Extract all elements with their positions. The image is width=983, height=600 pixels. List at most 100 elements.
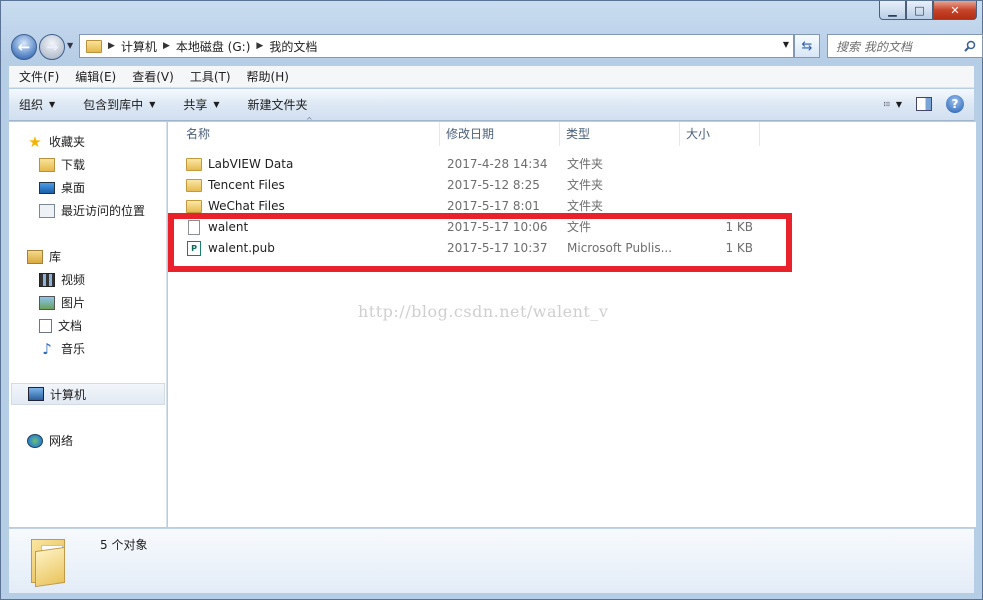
new-folder-button[interactable]: 新建文件夹 bbox=[248, 96, 308, 113]
document-icon bbox=[39, 318, 52, 333]
column-type[interactable]: 类型 bbox=[560, 122, 680, 146]
preview-pane-icon[interactable] bbox=[916, 97, 932, 111]
include-in-library-button[interactable]: 包含到库中 ▼ bbox=[83, 96, 155, 113]
arrow-right-icon: → bbox=[45, 38, 59, 56]
nav-libraries-label: 库 bbox=[49, 250, 62, 264]
nav-computer-label: 计算机 bbox=[50, 387, 87, 402]
share-button[interactable]: 共享 ▼ bbox=[183, 96, 219, 113]
file-date: 2017-4-28 14:34 bbox=[447, 157, 548, 171]
nav-videos[interactable]: 视频 bbox=[39, 271, 85, 288]
refresh-button[interactable]: ⇆ bbox=[794, 34, 820, 58]
file-date: 2017-5-12 8:25 bbox=[447, 178, 540, 192]
nav-documents[interactable]: 文档 bbox=[39, 317, 82, 334]
video-icon bbox=[39, 272, 55, 287]
file-name-cell: Tencent Files bbox=[186, 175, 285, 196]
nav-music[interactable]: ♪ 音乐 bbox=[39, 340, 85, 357]
nav-videos-label: 视频 bbox=[61, 273, 86, 287]
chevron-right-icon[interactable]: ▶ bbox=[256, 41, 263, 51]
menu-view[interactable]: 查看(V) bbox=[124, 68, 182, 85]
chevron-down-icon: ▼ bbox=[149, 100, 156, 109]
library-icon bbox=[27, 249, 43, 264]
nav-network[interactable]: 网络 bbox=[27, 432, 73, 449]
nav-favorites-label: 收藏夹 bbox=[49, 135, 86, 149]
nav-pictures-label: 图片 bbox=[61, 296, 86, 310]
chevron-down-icon: ▼ bbox=[895, 99, 902, 109]
breadcrumb-computer[interactable]: 计算机 bbox=[121, 38, 157, 55]
menu-bar: 文件(F) 编辑(E) 查看(V) 工具(T) 帮助(H) bbox=[9, 66, 974, 88]
menu-edit[interactable]: 编辑(E) bbox=[67, 68, 124, 85]
chevron-down-icon: ▼ bbox=[213, 100, 220, 109]
menu-help[interactable]: 帮助(H) bbox=[239, 68, 297, 85]
details-view-icon bbox=[884, 101, 890, 107]
desktop-icon bbox=[39, 181, 55, 194]
share-label: 共享 bbox=[183, 98, 208, 112]
change-view-button[interactable]: ▼ bbox=[884, 97, 902, 111]
file-name: LabVIEW Data bbox=[208, 157, 294, 171]
file-name: Tencent Files bbox=[208, 178, 285, 192]
nav-documents-label: 文档 bbox=[58, 319, 83, 333]
file-row[interactable]: LabVIEW Data 2017-4-28 14:34 文件夹 bbox=[168, 154, 976, 175]
nav-music-label: 音乐 bbox=[61, 342, 86, 356]
column-type-label: 类型 bbox=[566, 127, 591, 141]
help-icon[interactable]: ? bbox=[946, 95, 964, 113]
nav-recent-places[interactable]: 最近访问的位置 bbox=[39, 202, 145, 219]
music-icon: ♪ bbox=[42, 339, 52, 358]
forward-button[interactable]: → bbox=[39, 34, 65, 60]
address-bar[interactable]: ▶ 计算机 ▶ 本地磁盘 (G:) ▶ 我的文档 ▼ bbox=[79, 34, 794, 58]
organize-button[interactable]: 组织 ▼ bbox=[19, 96, 55, 113]
nav-computer[interactable]: 计算机 bbox=[11, 383, 165, 405]
refresh-icon: ⇆ bbox=[801, 38, 813, 54]
nav-downloads[interactable]: 下载 bbox=[39, 156, 85, 173]
arrow-left-icon: ← bbox=[17, 38, 31, 56]
include-in-library-label: 包含到库中 bbox=[83, 98, 144, 112]
nav-desktop-label: 桌面 bbox=[61, 181, 86, 195]
navigation-pane: ★ 收藏夹 下载 桌面 最近访问的位置 库 视频 图片 文档 ♪ 音乐 计算机 … bbox=[9, 122, 167, 527]
search-placeholder: 搜索 我的文档 bbox=[836, 39, 912, 54]
folder-icon bbox=[186, 158, 202, 171]
file-name-cell: LabVIEW Data bbox=[186, 154, 293, 175]
column-size[interactable]: 大小 bbox=[680, 122, 760, 146]
organize-label: 组织 bbox=[19, 98, 44, 112]
column-header: ^ 名称 修改日期 类型 大小 bbox=[168, 116, 976, 146]
back-button[interactable]: ← bbox=[11, 34, 37, 60]
picture-icon bbox=[39, 295, 55, 310]
menu-file[interactable]: 文件(F) bbox=[11, 68, 67, 85]
command-bar: 组织 ▼ 包含到库中 ▼ 共享 ▼ 新建文件夹 ▼ ? bbox=[9, 89, 974, 121]
search-input[interactable]: 搜索 我的文档 bbox=[827, 34, 983, 58]
nav-downloads-label: 下载 bbox=[61, 158, 86, 172]
file-list: ^ 名称 修改日期 类型 大小 LabVIEW Data 2017-4-28 1… bbox=[168, 116, 976, 527]
downloads-folder-icon bbox=[39, 157, 55, 172]
folder-thumbnail-icon bbox=[29, 535, 71, 588]
watermark: http://blog.csdn.net/walent_v bbox=[358, 302, 609, 321]
caption-buttons: ▁ □ ✕ bbox=[879, 1, 977, 20]
search-icon[interactable] bbox=[964, 40, 976, 52]
nav-desktop[interactable]: 桌面 bbox=[39, 179, 85, 196]
breadcrumb-my-documents[interactable]: 我的文档 bbox=[269, 38, 317, 55]
recent-pages-dropdown[interactable]: ▼ bbox=[67, 41, 73, 50]
column-date-modified[interactable]: 修改日期 bbox=[440, 122, 560, 146]
star-icon: ★ bbox=[28, 132, 42, 151]
folder-icon bbox=[86, 39, 102, 53]
file-type: 文件夹 bbox=[567, 157, 604, 171]
computer-icon bbox=[28, 387, 44, 401]
maximize-button[interactable]: □ bbox=[906, 1, 933, 20]
file-type: 文件夹 bbox=[567, 178, 604, 192]
chevron-down-icon[interactable]: ▼ bbox=[783, 40, 789, 49]
column-name[interactable]: 名称 bbox=[180, 122, 440, 146]
chevron-right-icon[interactable]: ▶ bbox=[163, 41, 170, 51]
breadcrumb-drive[interactable]: 本地磁盘 (G:) bbox=[176, 38, 251, 55]
nav-pictures[interactable]: 图片 bbox=[39, 294, 85, 311]
menu-tools[interactable]: 工具(T) bbox=[182, 68, 239, 85]
column-name-label: 名称 bbox=[186, 127, 211, 141]
item-count: 5 个对象 bbox=[100, 538, 148, 552]
chevron-right-icon[interactable]: ▶ bbox=[108, 41, 115, 51]
close-button[interactable]: ✕ bbox=[933, 1, 977, 20]
new-folder-label: 新建文件夹 bbox=[247, 98, 308, 112]
nav-libraries[interactable]: 库 bbox=[27, 248, 61, 265]
nav-favorites[interactable]: ★ 收藏夹 bbox=[27, 133, 85, 150]
file-row[interactable]: Tencent Files 2017-5-12 8:25 文件夹 bbox=[168, 175, 976, 196]
navigation-bar: ← → ▼ ▶ 计算机 ▶ 本地磁盘 (G:) ▶ 我的文档 ▼ ⇆ 搜索 我的… bbox=[9, 32, 983, 62]
details-pane: 5 个对象 bbox=[9, 528, 974, 593]
minimize-button[interactable]: ▁ bbox=[879, 1, 906, 20]
network-icon bbox=[27, 433, 43, 448]
